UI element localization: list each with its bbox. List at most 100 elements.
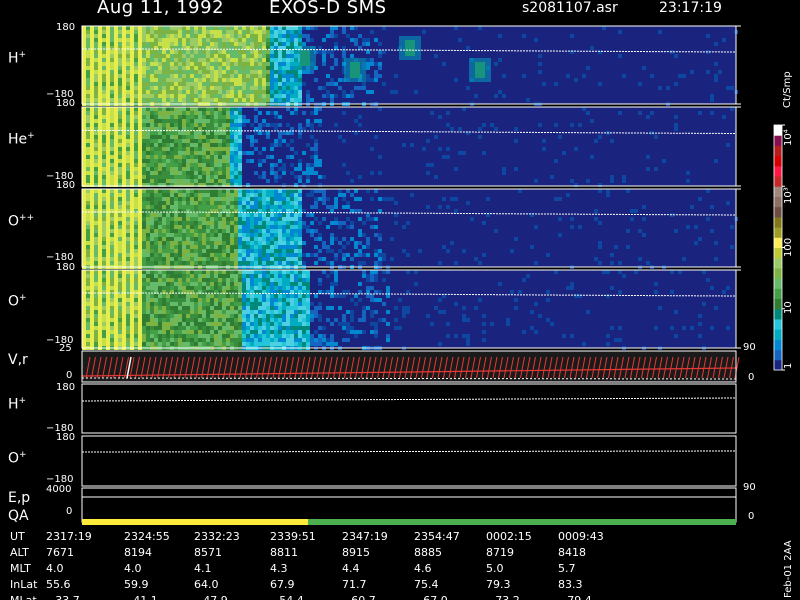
heatmap-cell — [182, 205, 186, 209]
heatmap-cell — [182, 135, 186, 139]
heatmap-cell — [294, 189, 298, 193]
heatmap-cell — [646, 167, 650, 171]
heatmap-cell — [198, 274, 202, 278]
heatmap-cell — [370, 314, 374, 318]
heatmap-cell — [154, 131, 158, 135]
heatmap-cell — [326, 261, 330, 265]
heatmap-cell — [214, 175, 218, 179]
heatmap-cell — [222, 282, 226, 286]
heatmap-cell — [242, 245, 246, 249]
heatmap-cell — [270, 74, 274, 78]
heatmap-cell — [254, 249, 258, 253]
heatmap-cell — [306, 38, 310, 42]
heatmap-cell — [298, 282, 302, 286]
heatmap-cell — [138, 189, 142, 193]
heatmap-cell — [130, 179, 134, 183]
heatmap-cell — [158, 298, 162, 302]
heatmap-cell — [270, 201, 274, 205]
heatmap-cell — [246, 193, 250, 197]
heatmap-cell — [278, 225, 282, 229]
heatmap-cell — [186, 30, 190, 34]
heatmap-cell — [262, 278, 266, 282]
heatmap-cell — [170, 282, 174, 286]
heatmap-cell — [278, 298, 282, 302]
heatmap-cell — [318, 278, 322, 282]
heatmap-cell — [138, 167, 142, 171]
heatmap-cell — [278, 74, 282, 78]
heatmap-cell — [90, 54, 94, 58]
heatmap-cell — [186, 86, 190, 90]
heatmap-cell — [202, 70, 206, 74]
heatmap-cell — [170, 261, 174, 265]
heatmap-cell — [138, 159, 142, 163]
heatmap-cell — [318, 257, 322, 261]
heatmap-cell — [158, 74, 162, 78]
heatmap-cell — [102, 253, 106, 257]
heatmap-cell — [298, 233, 302, 237]
heatmap-cell — [98, 298, 102, 302]
heatmap-cell — [170, 310, 174, 314]
heatmap-cell — [134, 205, 138, 209]
heatmap-cell — [286, 131, 290, 135]
heatmap-cell — [270, 111, 274, 115]
heatmap-cell — [198, 98, 202, 102]
heatmap-cell — [466, 201, 470, 205]
heatmap-cell — [130, 253, 134, 257]
heatmap-cell — [206, 66, 210, 70]
heatmap-cell — [274, 171, 278, 175]
heatmap-cell — [682, 74, 686, 78]
heatmap-cell — [98, 241, 102, 245]
heatmap-cell — [266, 314, 270, 318]
heatmap-cell — [278, 98, 282, 102]
heatmap-cell — [254, 119, 258, 123]
heatmap-cell — [126, 241, 130, 245]
heatmap-cell — [178, 201, 182, 205]
heatmap-cell — [106, 70, 110, 74]
heatmap-cell — [178, 74, 182, 78]
heatmap-cell — [250, 189, 254, 193]
heatmap-cell — [218, 155, 222, 159]
heatmap-cell — [246, 294, 250, 298]
heatmap-cell — [334, 217, 338, 221]
heatmap-cell — [282, 78, 286, 82]
heatmap-cell — [242, 119, 246, 123]
heatmap-cell — [218, 229, 222, 233]
heatmap-cell — [218, 237, 222, 241]
heatmap-cell — [226, 306, 230, 310]
heatmap-cell — [86, 179, 90, 183]
heatmap-cell — [98, 225, 102, 229]
heatmap-cell — [110, 334, 114, 338]
heatmap-cell — [418, 249, 422, 253]
heatmap-cell — [322, 54, 326, 58]
heatmap-cell — [254, 193, 258, 197]
heatmap-cell — [318, 221, 322, 225]
heatmap-cell — [206, 42, 210, 46]
heatmap-cell — [146, 342, 150, 346]
heatmap-cell — [154, 90, 158, 94]
heatmap-cell — [114, 189, 118, 193]
heatmap-cell — [250, 253, 254, 257]
heatmap-cell — [282, 62, 286, 66]
heatmap-cell — [262, 90, 266, 94]
heatmap-cell — [274, 38, 278, 42]
heatmap-cell — [82, 318, 86, 322]
heatmap-cell — [290, 90, 294, 94]
heatmap-cell — [138, 237, 142, 241]
heatmap-cell — [306, 167, 310, 171]
heatmap-cell — [202, 253, 206, 257]
heatmap-cell — [258, 257, 262, 261]
heatmap-cell — [158, 115, 162, 119]
heatmap-cell — [554, 159, 558, 163]
heatmap-cell — [182, 107, 186, 111]
heatmap-cell — [238, 298, 242, 302]
heatmap-cell — [194, 225, 198, 229]
heatmap-cell — [514, 139, 518, 143]
heatmap-cell — [278, 330, 282, 334]
heatmap-cell — [194, 221, 198, 225]
heatmap-cell — [94, 74, 98, 78]
heatmap-cell — [254, 26, 258, 30]
heatmap-cell — [262, 94, 266, 98]
heatmap-cell — [242, 70, 246, 74]
heatmap-cell — [178, 135, 182, 139]
heatmap-cell — [134, 302, 138, 306]
